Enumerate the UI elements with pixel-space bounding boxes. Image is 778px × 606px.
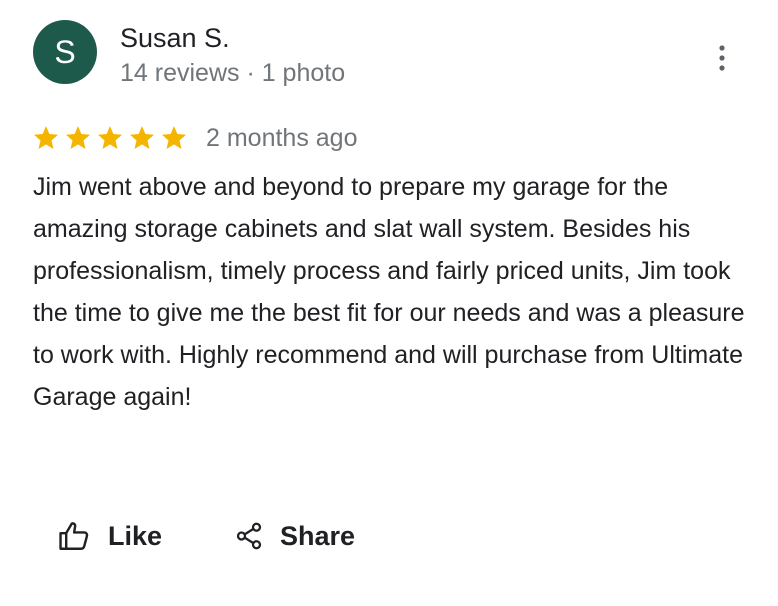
review-card: S Susan S. 14 reviews · 1 photo 2 months… bbox=[0, 0, 778, 606]
author-meta: 14 reviews · 1 photo bbox=[120, 59, 346, 87]
like-label: Like bbox=[108, 521, 163, 551]
star-icon bbox=[33, 126, 59, 149]
star-rating bbox=[32, 124, 188, 152]
star-icon bbox=[161, 126, 187, 149]
rating-row: 2 months ago bbox=[32, 120, 358, 156]
review-text: Jim went above and beyond to prepare my … bbox=[33, 173, 745, 411]
share-label: Share bbox=[280, 521, 356, 551]
more-vert-icon bbox=[718, 45, 726, 71]
author-name[interactable]: Susan S. bbox=[120, 22, 230, 54]
star-icon bbox=[65, 126, 91, 149]
avatar[interactable]: S bbox=[33, 20, 97, 84]
star-icon bbox=[97, 126, 123, 149]
review-time: 2 months ago bbox=[206, 124, 358, 152]
star-icon bbox=[129, 126, 155, 149]
share-icon bbox=[234, 520, 264, 552]
more-options-button[interactable] bbox=[702, 38, 742, 78]
avatar-initial: S bbox=[54, 34, 76, 70]
review-actions: Like Share bbox=[56, 512, 355, 560]
like-button[interactable]: Like bbox=[56, 512, 162, 560]
share-button[interactable]: Share bbox=[234, 512, 355, 560]
thumbs-up-icon bbox=[56, 519, 92, 553]
